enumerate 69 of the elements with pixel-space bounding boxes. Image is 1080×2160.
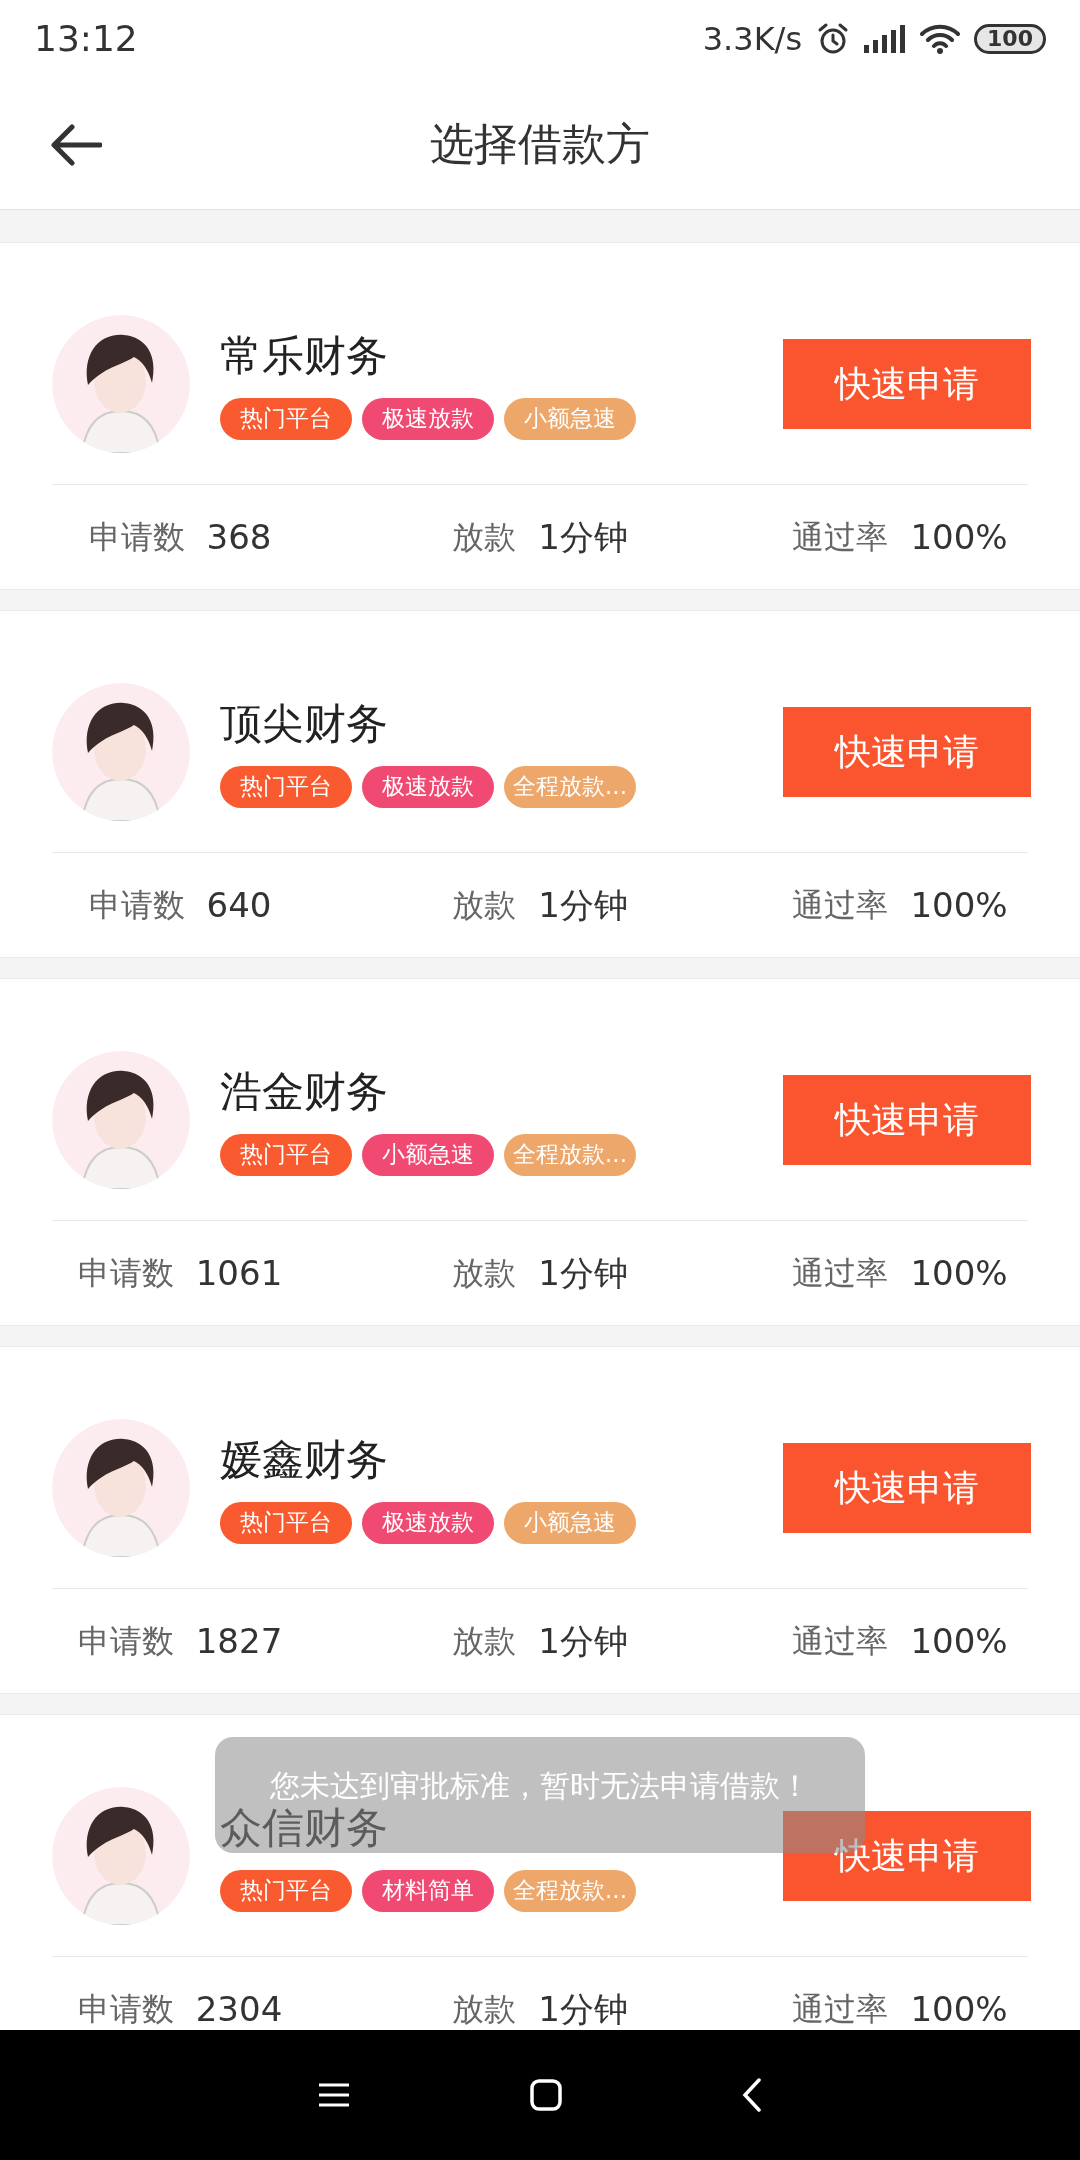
avatar-icon [52, 314, 190, 453]
battery-indicator: 100 [974, 24, 1046, 54]
lender-name: 众信财务 [220, 1801, 388, 1854]
stat-label: 申请数 [77, 1989, 174, 2030]
stat-label: 放款 [452, 1621, 517, 1662]
tag: 热门平台 [220, 1501, 352, 1544]
tag: 热门平台 [220, 397, 352, 440]
lender-name: 浩金财务 [220, 1065, 388, 1118]
tag: 小额急速 [362, 1133, 494, 1176]
avatar-icon [52, 1050, 190, 1189]
lender-name: 媛鑫财务 [220, 1433, 388, 1486]
stat-label: 通过率 [792, 517, 889, 558]
stat-value: 368 [206, 515, 272, 559]
stat-value: 100% [910, 1987, 1008, 2030]
wifi-icon [920, 24, 961, 54]
menu-icon[interactable] [318, 2082, 350, 2108]
avatar-icon [52, 1786, 190, 1925]
stat-label: 放款 [452, 885, 517, 926]
avatar-icon [52, 682, 190, 821]
stat-value: 1分钟 [538, 1987, 628, 2030]
stat-value: 1061 [195, 1251, 283, 1295]
back-icon[interactable] [50, 124, 102, 166]
stat-value: 1分钟 [538, 1251, 628, 1295]
tag: 全程放款... [504, 765, 636, 808]
lender-name: 常乐财务 [220, 329, 388, 382]
stat-value: 1分钟 [538, 1619, 628, 1663]
tag: 极速放款 [362, 765, 494, 808]
network-speed: 3.3K/s [702, 19, 803, 60]
apply-button[interactable]: 快速申请 [783, 1810, 1031, 1901]
tag: 热门平台 [220, 765, 352, 808]
tag: 小额急速 [504, 1501, 636, 1544]
apply-button[interactable]: 快速申请 [783, 706, 1031, 797]
apply-button[interactable]: 快速申请 [783, 1442, 1031, 1533]
stat-label: 申请数 [88, 517, 185, 558]
stat-value: 1827 [195, 1619, 283, 1663]
tag: 材料简单 [362, 1869, 494, 1912]
tag: 小额急速 [504, 397, 636, 440]
stat-label: 放款 [452, 517, 517, 558]
stat-label: 申请数 [77, 1621, 174, 1662]
stat-label: 放款 [452, 1253, 517, 1294]
stat-label: 通过率 [792, 1253, 889, 1294]
lender-name: 顶尖财务 [220, 697, 388, 750]
tag: 全程放款... [504, 1133, 636, 1176]
stat-label: 放款 [452, 1989, 517, 2030]
stat-label: 通过率 [792, 1621, 889, 1662]
page-title: 选择借款方 [430, 116, 650, 171]
stat-label: 通过率 [792, 885, 889, 926]
apply-button[interactable]: 快速申请 [783, 338, 1031, 429]
stat-value: 1分钟 [538, 883, 628, 927]
stat-value: 640 [206, 883, 272, 927]
stat-value: 1分钟 [538, 515, 628, 559]
tag: 极速放款 [362, 1501, 494, 1544]
stat-value: 100% [910, 1251, 1008, 1295]
stat-label: 申请数 [77, 1253, 174, 1294]
home-icon[interactable] [530, 2079, 562, 2111]
stat-value: 100% [910, 515, 1008, 559]
stat-label: 申请数 [88, 885, 185, 926]
stat-label: 通过率 [792, 1989, 889, 2030]
apply-button[interactable]: 快速申请 [783, 1074, 1031, 1165]
stat-value: 2304 [195, 1987, 283, 2030]
stat-value: 100% [910, 883, 1008, 927]
avatar-icon [52, 1418, 190, 1557]
tag: 极速放款 [362, 397, 494, 440]
signal-icon [864, 25, 907, 53]
tag: 全程放款... [504, 1869, 636, 1912]
tag: 热门平台 [220, 1869, 352, 1912]
status-time: 13:12 [34, 17, 138, 61]
stat-value: 100% [910, 1619, 1008, 1663]
tag: 热门平台 [220, 1133, 352, 1176]
